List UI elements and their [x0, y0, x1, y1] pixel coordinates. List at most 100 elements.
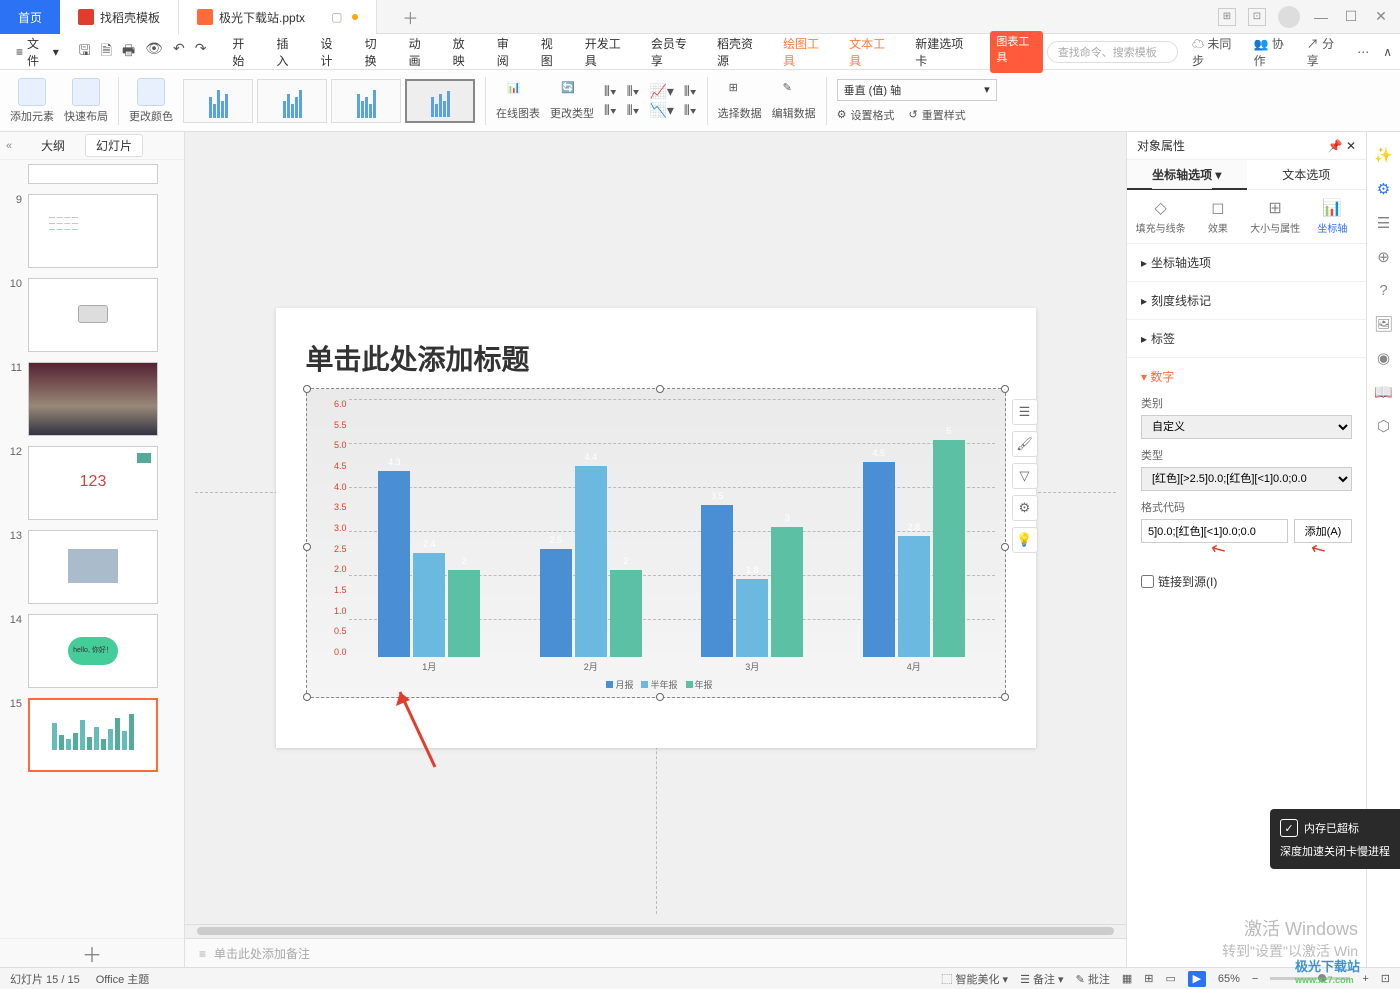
save-as-icon[interactable]: 🗎	[101, 40, 112, 64]
menu-devtools[interactable]: 开发工具	[583, 31, 631, 73]
subtab-axis[interactable]: 📊坐标轴	[1305, 198, 1360, 235]
menu-docer[interactable]: 稻壳资源	[715, 31, 763, 73]
save-icon[interactable]: 🖫	[79, 40, 91, 64]
change-type-button[interactable]: 🔄更改类型	[550, 81, 594, 121]
resize-handle[interactable]	[303, 693, 311, 701]
category-select[interactable]: 自定义	[1141, 415, 1352, 439]
close-button[interactable]: ✕	[1372, 8, 1390, 26]
side-ai-icon[interactable]: ✨	[1374, 146, 1393, 164]
preview-icon[interactable]: 👁	[145, 40, 163, 64]
section-axis-options[interactable]: ▸ 坐标轴选项	[1127, 244, 1366, 282]
window-layout2-icon[interactable]: ⊡	[1248, 8, 1266, 26]
menu-more-icon[interactable]: ⋯	[1357, 45, 1369, 59]
memory-toast[interactable]: ✓内存已超标 深度加速关闭卡慢进程	[1270, 809, 1400, 869]
zoom-out-icon[interactable]: −	[1252, 973, 1258, 985]
type-select[interactable]: [红色][>2.5]0.0;[红色][<1]0.0;0.0	[1141, 467, 1352, 491]
tab-slides[interactable]: 幻灯片	[85, 134, 143, 157]
view-reading-icon[interactable]: ▭	[1165, 972, 1175, 985]
side-layers-icon[interactable]: ☰	[1377, 214, 1390, 232]
beautify-button[interactable]: ⬚ 智能美化 ▾	[941, 971, 1008, 987]
menu-charttools[interactable]: 图表工具	[990, 31, 1042, 73]
chart-icon[interactable]: ⫴▾	[684, 83, 697, 100]
menu-review[interactable]: 审阅	[495, 31, 521, 73]
slide-thumb-9[interactable]: 9— — — —— — — —— — — —	[6, 194, 178, 268]
section-ticks[interactable]: ▸ 刻度线标记	[1127, 282, 1366, 320]
resize-handle[interactable]	[303, 385, 311, 393]
chart-icon[interactable]: 📈▾	[649, 83, 673, 100]
menu-newtab[interactable]: 新建选项卡	[913, 31, 972, 73]
menu-drawtools[interactable]: 绘图工具	[781, 31, 829, 73]
tab-text-options[interactable]: 文本选项	[1247, 160, 1367, 190]
chart-side-idea-icon[interactable]: 💡	[1012, 527, 1038, 553]
slide-thumb-15[interactable]: 15	[6, 698, 178, 772]
chart[interactable]: 0.00.51.01.52.02.53.03.54.04.55.05.56.0 …	[306, 388, 1006, 698]
resize-handle[interactable]	[1001, 543, 1009, 551]
slide-thumb-12[interactable]: 12123	[6, 446, 178, 520]
section-labels[interactable]: ▸ 标签	[1127, 320, 1366, 358]
window-layout1-icon[interactable]: ⊞	[1218, 8, 1236, 26]
notes-area[interactable]: ≡单击此处添加备注	[185, 938, 1126, 968]
side-comment-icon[interactable]: ⊕	[1377, 248, 1390, 266]
subtab-size[interactable]: ⊞大小与属性	[1248, 198, 1303, 235]
coop-button[interactable]: 👥 协作	[1254, 35, 1293, 69]
resize-handle[interactable]	[1001, 693, 1009, 701]
resize-handle[interactable]	[303, 543, 311, 551]
close-panel-icon[interactable]: ✕	[1346, 139, 1356, 153]
search-input[interactable]: 查找命令、搜索模板	[1047, 41, 1178, 63]
link-to-source-checkbox[interactable]: 链接到源(I)	[1141, 573, 1352, 590]
slide-thumb-8[interactable]	[6, 164, 178, 184]
side-help-icon[interactable]: ?	[1379, 282, 1387, 299]
slide-thumb-10[interactable]: 10	[6, 278, 178, 352]
resize-handle[interactable]	[656, 385, 664, 393]
select-data-button[interactable]: ⊞选择数据	[718, 81, 762, 121]
chart-icon[interactable]: 📉▾	[649, 102, 673, 119]
zoom-in-icon[interactable]: +	[1362, 973, 1368, 985]
menu-texttools[interactable]: 文本工具	[847, 31, 895, 73]
menu-design[interactable]: 设计	[319, 31, 345, 73]
chart-icon[interactable]: ⫴▾	[627, 102, 640, 119]
menu-slideshow[interactable]: 放映	[451, 31, 477, 73]
tab-outline[interactable]: 大纲	[41, 137, 65, 154]
slide-editor[interactable]: 单击此处添加标题 0.00.51.01.52.02.53.03.54.04.55…	[185, 132, 1126, 924]
axis-dropdown[interactable]: 垂直 (值) 轴▾	[837, 79, 997, 101]
side-book-icon[interactable]: 📖	[1374, 383, 1393, 401]
slideshow-button[interactable]: ▶	[1188, 971, 1206, 987]
collapse-icon[interactable]: «	[6, 140, 12, 152]
tab-add[interactable]: ＋	[377, 0, 443, 34]
side-cube-icon[interactable]: ⬡	[1377, 417, 1390, 435]
view-normal-icon[interactable]: ▦	[1122, 972, 1132, 985]
menu-view[interactable]: 视图	[539, 31, 565, 73]
comments-button[interactable]: ✎ 批注	[1076, 971, 1110, 987]
tab-document[interactable]: 极光下载站.pptx▢	[179, 0, 377, 34]
edit-data-button[interactable]: ✎编辑数据	[772, 81, 816, 121]
tab-home[interactable]: 首页	[0, 0, 60, 34]
chart-icon[interactable]: ⫴▾	[604, 102, 617, 119]
resize-handle[interactable]	[1001, 385, 1009, 393]
slide-list[interactable]: 9— — — —— — — —— — — — 10 11 12123 13 14…	[0, 160, 184, 938]
tab-templates[interactable]: 找稻壳模板	[60, 0, 179, 34]
menu-animation[interactable]: 动画	[407, 31, 433, 73]
online-chart-button[interactable]: 📊在线图表	[496, 81, 540, 121]
menu-transition[interactable]: 切换	[363, 31, 389, 73]
chart-style-4[interactable]	[405, 79, 475, 123]
notes-button[interactable]: ☰ 备注 ▾	[1020, 971, 1064, 987]
set-format-button[interactable]: ⚙ 设置格式	[837, 107, 895, 123]
chart-style-2[interactable]	[257, 79, 327, 123]
slide-thumb-14[interactable]: 14hello, 你好！	[6, 614, 178, 688]
tab-axis-options[interactable]: 坐标轴选项 ▾	[1127, 160, 1247, 190]
chart-side-filter-icon[interactable]: ▽	[1012, 463, 1038, 489]
side-compass-icon[interactable]: ◉	[1377, 349, 1390, 367]
pin-icon[interactable]: 📌	[1328, 139, 1343, 153]
undo-icon[interactable]: ↶	[173, 40, 185, 64]
ribbon-quick-layout[interactable]: 快速布局	[64, 78, 108, 124]
add-slide-button[interactable]: ＋	[0, 938, 184, 968]
menu-vip[interactable]: 会员专享	[649, 31, 697, 73]
avatar[interactable]	[1278, 6, 1300, 28]
print-icon[interactable]: 🖶	[122, 40, 135, 64]
redo-icon[interactable]: ↷	[195, 40, 207, 64]
side-image-icon[interactable]: 🖼	[1374, 315, 1393, 333]
chart-style-1[interactable]	[183, 79, 253, 123]
zoom-value[interactable]: 65%	[1218, 973, 1240, 985]
section-number-title[interactable]: ▾ 数字	[1141, 368, 1352, 385]
subtab-effect[interactable]: ◻效果	[1190, 198, 1245, 235]
